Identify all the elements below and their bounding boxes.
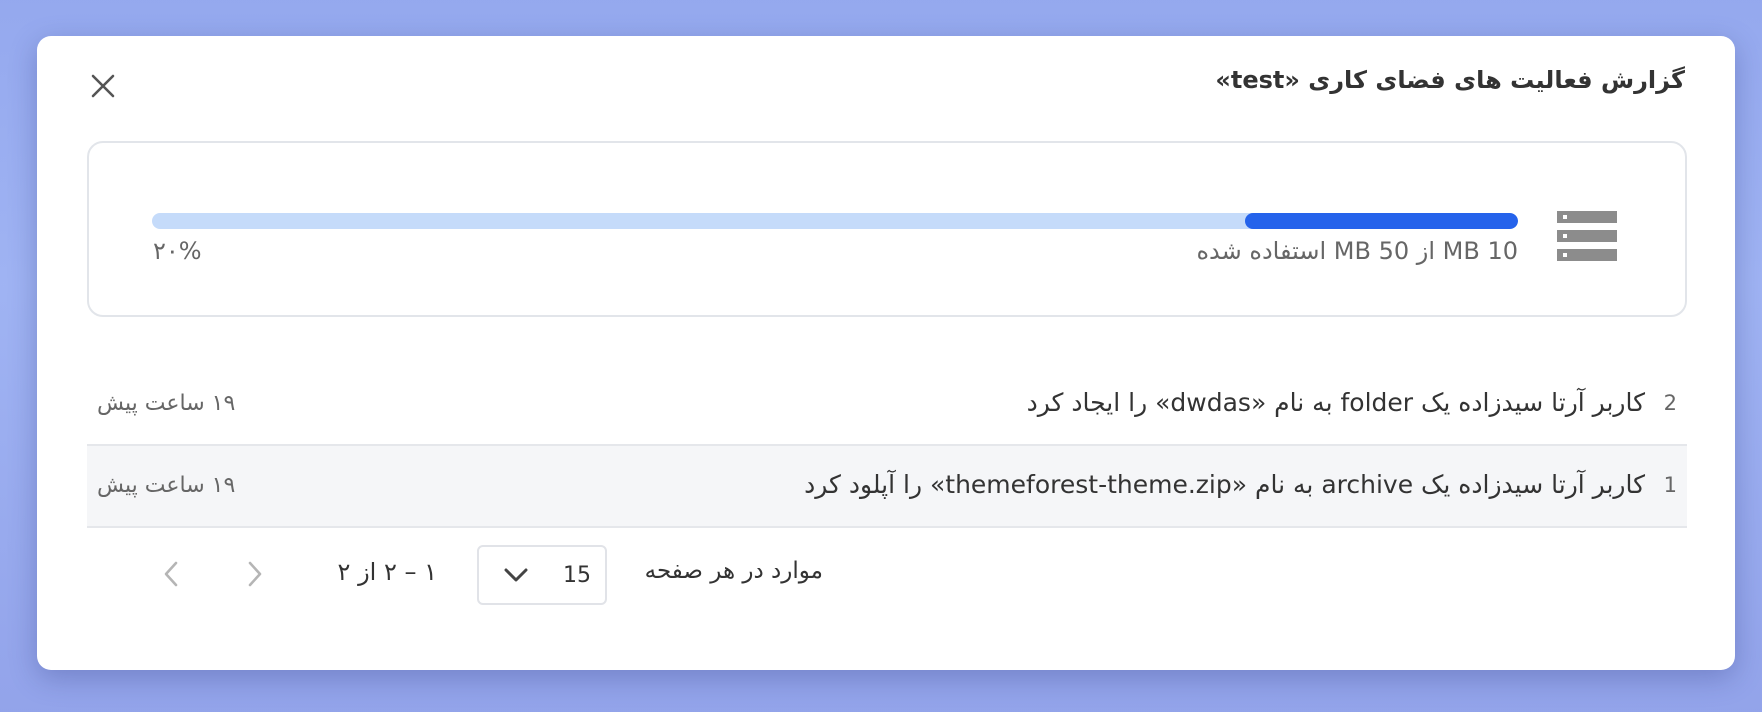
row-index: 1 <box>1663 473 1677 497</box>
page-range-text: ۱ – ۲ از ۲ <box>337 558 437 586</box>
dialog-title: گزارش فعالیت های فضای کاری «test» <box>1215 66 1685 94</box>
activity-report-dialog: گزارش فعالیت های فضای کاری «test» 10 MB … <box>37 36 1735 670</box>
close-button[interactable] <box>87 70 119 102</box>
chevron-left-icon <box>164 561 178 587</box>
per-page-label: موارد در هر صفحه <box>644 558 823 584</box>
chevron-down-icon <box>504 568 528 582</box>
storage-percent-text: ۲۰% <box>153 237 202 265</box>
storage-usage-card: 10 MB از 50 MB استفاده شده ۲۰% <box>87 141 1687 317</box>
previous-page-button[interactable] <box>237 556 273 592</box>
next-page-button[interactable] <box>153 556 189 592</box>
storage-progress-bar <box>152 213 1518 229</box>
activity-list: 2 کاربر آرتا سیدزاده یک folder به نام «d… <box>87 364 1687 528</box>
per-page-value: 15 <box>563 562 591 588</box>
chevron-right-icon <box>248 561 262 587</box>
activity-time: ۱۹ ساعت پیش <box>97 391 236 416</box>
storage-progress-fill <box>1244 213 1518 229</box>
per-page-select[interactable]: 15 <box>477 545 607 605</box>
activity-time: ۱۹ ساعت پیش <box>97 473 236 498</box>
close-icon <box>91 74 115 98</box>
list-item: 1 کاربر آرتا سیدزاده یک archive به نام «… <box>87 446 1687 528</box>
storage-icon <box>1557 211 1617 261</box>
list-item: 2 کاربر آرتا سیدزاده یک folder به نام «d… <box>87 364 1687 446</box>
row-index: 2 <box>1663 391 1677 415</box>
activity-text: کاربر آرتا سیدزاده یک folder به نام «dwd… <box>1026 388 1645 417</box>
pagination: موارد در هر صفحه 15 ۱ – ۲ از ۲ <box>87 536 1687 608</box>
storage-usage-text: 10 MB از 50 MB استفاده شده <box>1196 237 1518 265</box>
activity-text: کاربر آرتا سیدزاده یک archive به نام «th… <box>804 470 1645 499</box>
